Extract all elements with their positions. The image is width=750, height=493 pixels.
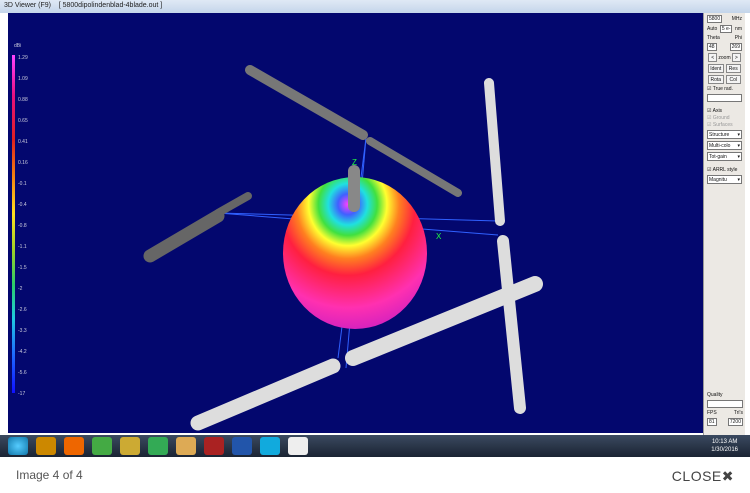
slider[interactable] <box>707 94 742 102</box>
legend-tick-label: -4.2 <box>18 349 27 355</box>
firefox-icon[interactable] <box>64 437 84 455</box>
col-button[interactable]: Col <box>725 75 741 84</box>
auto-label: Auto <box>707 26 718 32</box>
legend-tick-label: -3.3 <box>18 328 27 334</box>
tris-label: Tri's <box>733 410 743 416</box>
taskbar-app-icon[interactable] <box>36 437 56 455</box>
legend-tick-label: -0.8 <box>18 223 27 229</box>
start-button[interactable] <box>8 437 28 455</box>
legend-tick-label: -1.1 <box>18 244 27 250</box>
phi-label: Phi <box>734 35 742 41</box>
ident-button[interactable]: Ident <box>708 64 724 73</box>
legend-tick-label: 1.29 <box>18 55 28 61</box>
legend-tick-label: 0.41 <box>18 139 28 145</box>
legend-tick-label: 1.09 <box>18 76 28 82</box>
clock-time: 10:13 AM <box>711 439 738 445</box>
legend-unit: dBi <box>14 43 22 49</box>
close-button[interactable]: CLOSE✖ <box>672 468 734 485</box>
legend-tick-label: 0.88 <box>18 97 28 103</box>
legend-tick-label: 0.65 <box>18 118 28 124</box>
legend-tick-label: -5.6 <box>18 370 27 376</box>
explorer-icon[interactable] <box>176 437 196 455</box>
zoom-in-button[interactable]: > <box>731 53 742 62</box>
legend-tick-label: -0.4 <box>18 202 27 208</box>
word-icon[interactable] <box>232 437 252 455</box>
skype-icon[interactable] <box>260 437 280 455</box>
legend-tick-label: -1.5 <box>18 265 27 271</box>
antenna-scene[interactable]: Z X <box>8 13 703 433</box>
gain-select[interactable]: Tot-gain <box>707 152 742 161</box>
quality-slider[interactable] <box>707 400 743 408</box>
taskbar-app-icon[interactable] <box>148 437 168 455</box>
taskbar: 10:13 AM 1/30/2016 <box>0 435 750 457</box>
legend-tick-label: -2.6 <box>18 307 27 313</box>
3d-viewport[interactable]: Z X dBi 1.29 1.09 0.88 0.65 0.41 0.16 -0.1 -0.4… <box>8 13 703 433</box>
z-axis-label: Z <box>352 158 357 167</box>
auto-unit: nm <box>735 26 742 32</box>
control-panel: 5800 MHz Auto 5 e-nm Theta Phi 48 269 < zoom >… <box>703 13 745 435</box>
image-counter: Image 4 of 4 <box>16 468 83 482</box>
legend-tick-label: 0.16 <box>18 160 28 166</box>
color-select[interactable]: Multi-colo <box>707 141 742 150</box>
surfaces-checkbox: ☑ Surfaces <box>707 122 733 128</box>
display-select[interactable]: Structure <box>707 130 742 139</box>
true-rad-label: True rad. <box>712 86 733 92</box>
auto-input[interactable]: 5 e- <box>719 25 733 33</box>
close-label: CLOSE <box>671 468 722 484</box>
fps-value: 81 <box>707 418 717 426</box>
phi-input[interactable]: 269 <box>729 43 742 51</box>
ground-checkbox: ☑ Ground <box>707 115 730 121</box>
surfaces-label: Surfaces <box>712 122 733 128</box>
clock[interactable]: 10:13 AM 1/30/2016 <box>711 438 738 454</box>
fps-label: FPS <box>707 410 717 416</box>
zoom-out-button[interactable]: < <box>708 53 718 62</box>
arrl-label: ARRL style <box>712 167 738 173</box>
tris-value: 7200 <box>727 418 743 426</box>
legend-tick-label: -17 <box>18 391 26 397</box>
ground-label: Ground <box>712 115 730 121</box>
res-button[interactable]: Res <box>725 64 741 73</box>
freq-unit: MHz <box>731 16 742 22</box>
legend-tick-label: -0.1 <box>18 181 27 187</box>
true-rad-checkbox[interactable]: ☑ True rad. <box>707 86 742 92</box>
chrome-icon[interactable] <box>92 437 112 455</box>
window-title: 3D Viewer (F9) [ 5800dipolindenblad-4bla… <box>0 0 750 13</box>
rota-button[interactable]: Rota <box>708 75 724 84</box>
legend-color-bar <box>12 55 15 393</box>
clock-date: 1/30/2016 <box>711 447 738 453</box>
frequency-input[interactable]: 5800 <box>707 15 723 23</box>
x-axis-label: X <box>436 232 442 241</box>
taskbar-app-icon[interactable] <box>120 437 140 455</box>
axis-label: Axis <box>712 108 723 114</box>
legend-tick-label: -2 <box>18 286 23 292</box>
theta-input[interactable]: 48 <box>707 43 717 51</box>
antenna-app-icon[interactable] <box>288 437 308 455</box>
magnitude-select[interactable]: Magnitu <box>707 175 742 184</box>
quality-label: Quality <box>707 392 723 398</box>
axis-checkbox[interactable]: ☑ Axis <box>707 108 742 114</box>
zoom-label: zoom <box>718 54 731 61</box>
theta-label: Theta <box>707 35 720 41</box>
close-icon: ✖ <box>721 468 734 484</box>
acrobat-icon[interactable] <box>204 437 224 455</box>
arrl-checkbox[interactable]: ☑ ARRL style <box>707 167 742 173</box>
